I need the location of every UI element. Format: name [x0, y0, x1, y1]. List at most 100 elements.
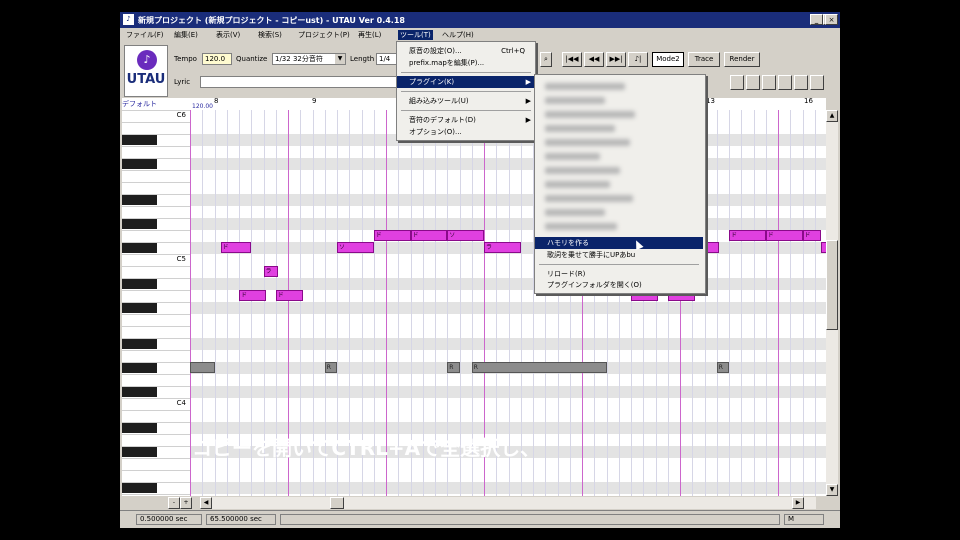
measure-label: 13: [706, 97, 715, 105]
menu-search[interactable]: 検索(S): [258, 30, 282, 40]
note[interactable]: [704, 242, 720, 253]
tool-icon-3[interactable]: [762, 75, 776, 90]
black-key[interactable]: [122, 338, 157, 349]
rest-note[interactable]: R: [716, 362, 729, 373]
title-bar[interactable]: ♪ 新規プロジェクト (新規プロジェクト - コピーust) - UTAU Ve…: [120, 12, 840, 28]
black-key[interactable]: [122, 158, 157, 169]
rest-note[interactable]: R: [447, 362, 460, 373]
black-key[interactable]: [122, 302, 157, 313]
black-key[interactable]: [122, 362, 157, 373]
horizontal-scroll-area: - + ◀ ▶: [120, 496, 840, 510]
blurred-plugin-item[interactable]: [545, 139, 630, 146]
horizontal-scrollbar[interactable]: ◀ ▶: [200, 497, 816, 509]
blurred-plugin-item[interactable]: [545, 97, 605, 104]
vertical-scroll-thumb[interactable]: [826, 240, 838, 330]
menu-item-builtin-tools[interactable]: 組み込みツール(U) ▶: [397, 95, 535, 107]
menu-item-plugins[interactable]: プラグイン(K) ▶: [397, 76, 535, 88]
black-key[interactable]: [122, 422, 157, 433]
note[interactable]: ソ: [337, 242, 374, 253]
zoom-in-button[interactable]: +: [180, 497, 192, 509]
tool-icon-5[interactable]: [794, 75, 808, 90]
menu-item-open-plugin-folder[interactable]: プラグインフォルダを開く(O): [535, 279, 703, 291]
black-key[interactable]: [122, 218, 157, 229]
blurred-plugin-item[interactable]: [545, 209, 605, 216]
blurred-plugin-item[interactable]: [545, 167, 620, 174]
black-key[interactable]: [122, 446, 157, 457]
blurred-plugin-item[interactable]: [545, 125, 615, 132]
menu-item-lyric-plugin[interactable]: 歌詞を乗せて勝手にUPあbu: [535, 249, 703, 261]
blurred-plugin-item[interactable]: [545, 181, 610, 188]
black-key[interactable]: [122, 482, 157, 493]
tool-icon-1[interactable]: [730, 75, 744, 90]
menu-tools[interactable]: ツール(T): [398, 30, 433, 40]
note[interactable]: ド: [410, 230, 448, 241]
black-key[interactable]: [122, 278, 157, 289]
grid-beat-line: [716, 110, 718, 496]
note[interactable]: ド: [220, 242, 252, 253]
piano-keyboard[interactable]: C6 C5 C4: [122, 110, 191, 496]
length-select[interactable]: 1/4: [376, 53, 398, 65]
blurred-plugin-item[interactable]: [545, 111, 635, 118]
scroll-right-button[interactable]: ▶: [792, 497, 804, 509]
rest-note[interactable]: [190, 362, 215, 373]
black-key[interactable]: [122, 134, 157, 145]
quantize-select[interactable]: 1/32 32分音符 ▼: [272, 53, 346, 65]
tool-icon-6[interactable]: [810, 75, 824, 90]
menu-view[interactable]: 表示(V): [216, 30, 240, 40]
menu-item-make-harmony[interactable]: ハモリを作る: [535, 237, 703, 249]
blurred-plugin-item[interactable]: [545, 195, 633, 202]
rest-note[interactable]: R: [471, 362, 607, 373]
black-key[interactable]: [122, 242, 157, 253]
menu-item-prefix-map[interactable]: prefix.mapを編集(P)...: [397, 57, 535, 69]
tool-icon-2[interactable]: [746, 75, 760, 90]
note[interactable]: ド: [729, 230, 766, 241]
note[interactable]: ド: [373, 230, 411, 241]
vertical-scrollbar[interactable]: ▲ ▼: [826, 110, 838, 496]
search-icon[interactable]: ⌕: [540, 52, 552, 67]
rest-note[interactable]: R: [324, 362, 337, 373]
trace-button[interactable]: Trace: [688, 52, 720, 67]
lyric-input[interactable]: [200, 76, 398, 88]
mode2-button[interactable]: Mode2: [652, 52, 684, 67]
note[interactable]: ド: [239, 290, 266, 301]
menu-item-note-defaults[interactable]: 音符のデフォルト(D) ▶: [397, 114, 535, 126]
octave-label: C4: [176, 399, 186, 407]
menu-help[interactable]: ヘルプ(H): [442, 30, 474, 40]
black-key[interactable]: [122, 386, 157, 397]
scroll-left-button[interactable]: ◀: [200, 497, 212, 509]
scroll-down-button[interactable]: ▼: [826, 484, 838, 496]
tool-icon-4[interactable]: [778, 75, 792, 90]
zoom-out-button[interactable]: -: [168, 497, 180, 509]
blurred-plugin-item[interactable]: [545, 83, 625, 90]
note[interactable]: ラ: [484, 242, 521, 253]
menu-project[interactable]: プロジェクト(P): [298, 30, 350, 40]
note[interactable]: ド: [765, 230, 803, 241]
black-key[interactable]: [122, 194, 157, 205]
menu-play[interactable]: 再生(L): [358, 30, 381, 40]
render-button[interactable]: Render: [724, 52, 760, 67]
rewind-start-button[interactable]: |◀◀: [562, 52, 582, 67]
key-divider: [122, 410, 190, 411]
note-end-button[interactable]: ♪|: [628, 52, 648, 67]
note[interactable]: ソ: [447, 230, 484, 241]
menu-edit[interactable]: 編集(E): [174, 30, 198, 40]
note[interactable]: ド: [275, 290, 303, 301]
menu-file[interactable]: ファイル(F): [126, 30, 164, 40]
minimize-button[interactable]: _: [810, 14, 823, 25]
horizontal-scroll-thumb[interactable]: [330, 497, 344, 509]
menu-item-options[interactable]: オプション(O)...: [397, 126, 535, 138]
key-divider: [122, 350, 190, 351]
blurred-plugin-item[interactable]: [545, 153, 600, 160]
scroll-up-button[interactable]: ▲: [826, 110, 838, 122]
forward-end-button[interactable]: ▶▶|: [606, 52, 626, 67]
blurred-plugin-item[interactable]: [545, 223, 617, 230]
grid-beat-line: [790, 110, 792, 496]
chevron-down-icon[interactable]: ▼: [335, 54, 345, 64]
key-divider: [122, 302, 190, 303]
note[interactable]: ラ: [263, 266, 279, 277]
menu-item-oto-settings[interactable]: 原音の設定(O)... Ctrl+Q: [397, 45, 535, 57]
tempo-input[interactable]: 120.0: [202, 53, 232, 65]
rewind-button[interactable]: ◀◀: [584, 52, 604, 67]
close-button[interactable]: ×: [825, 14, 838, 25]
note[interactable]: ド: [802, 230, 821, 241]
